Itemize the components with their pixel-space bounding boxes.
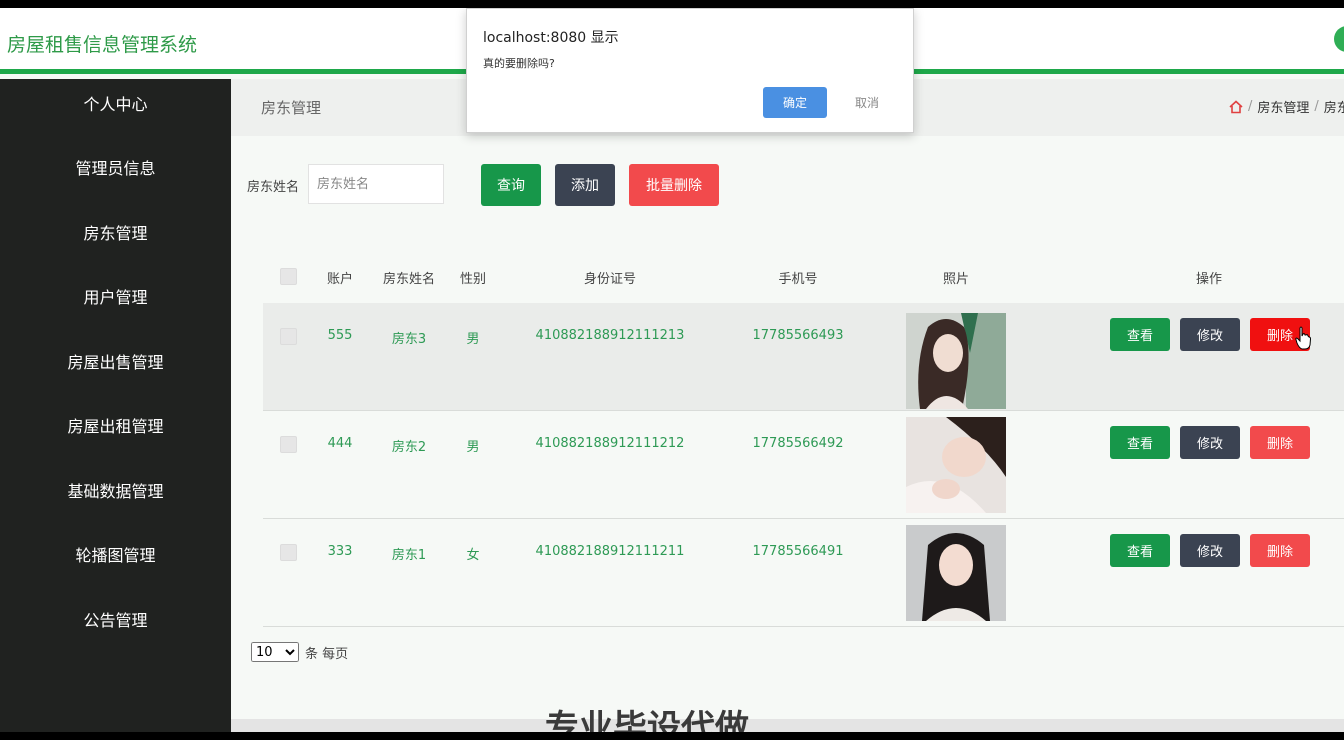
search-input[interactable] [308,164,444,204]
home-icon[interactable] [1229,99,1243,114]
edit-button[interactable]: 修改 [1180,318,1240,351]
footer-strip [231,719,1344,732]
sidebar-item-personal-center[interactable]: 个人中心 [0,85,231,125]
dialog-ok-button[interactable]: 确定 [763,87,827,118]
pagination: 10 条 每页 [251,642,348,662]
breadcrumb-item[interactable]: 房东 [1324,97,1344,116]
column-header: 身份证号 [583,272,637,287]
row-checkbox[interactable] [280,436,297,453]
select-all-checkbox[interactable] [280,268,297,285]
avatar[interactable] [1334,26,1344,52]
sidebar-item-users[interactable]: 用户管理 [0,278,231,318]
gender-cell: 男 [466,440,480,455]
column-header: 房东姓名 [382,272,436,287]
footer-watermark: 专业毕设代做 [545,708,749,732]
column-header: 账户 [326,272,354,287]
app-window: 房屋租售信息管理系统 个人中心 管理员信息 房东管理 用户管理 房屋出售管理 房… [0,8,1344,732]
phone-cell: 17785566491 [752,544,844,559]
landlord-photo [906,313,1006,409]
delete-button[interactable]: 删除 [1250,534,1310,567]
column-header: 手机号 [778,272,818,287]
dialog-title: localhost:8080 显示 [483,30,619,46]
query-button[interactable]: 查询 [481,164,541,206]
breadcrumb: / 房东管理 / 房东 [1229,97,1344,116]
edit-button[interactable]: 修改 [1180,534,1240,567]
view-button[interactable]: 查看 [1110,318,1170,351]
row-checkbox[interactable] [280,328,297,345]
sidebar-item-carousel[interactable]: 轮播图管理 [0,536,231,576]
edit-button[interactable]: 修改 [1180,426,1240,459]
page-size-select[interactable]: 10 [251,642,299,662]
id-card-cell: 410882188912111212 [535,436,685,451]
search-label: 房东姓名 [247,180,300,195]
column-header: 照片 [942,272,970,287]
sidebar: 个人中心 管理员信息 房东管理 用户管理 房屋出售管理 房屋出租管理 基础数据管… [0,79,231,732]
account-cell: 444 [327,436,353,451]
hand-cursor-icon [1295,326,1311,350]
dialog-cancel-button[interactable]: 取消 [835,87,899,118]
account-cell: 333 [327,544,353,559]
confirm-dialog: localhost:8080 显示 真的要删除吗? 确定 取消 [466,8,914,133]
id-card-cell: 410882188912111211 [535,544,685,559]
breadcrumb-separator: / [1314,99,1319,114]
add-button[interactable]: 添加 [555,164,615,206]
batch-delete-button[interactable]: 批量删除 [629,164,719,206]
phone-cell: 17785566493 [752,328,844,343]
id-card-cell: 410882188912111213 [535,328,685,343]
row-checkbox[interactable] [280,544,297,561]
name-cell: 房东3 [391,332,427,347]
sidebar-item-notices[interactable]: 公告管理 [0,601,231,641]
name-cell: 房东2 [391,440,427,455]
table-row: 333 房东1 女 410882188912111211 17785566491… [263,519,1344,627]
table-row: 444 房东2 男 410882188912111212 17785566492… [263,411,1344,519]
sidebar-item-house-rent[interactable]: 房屋出租管理 [0,407,231,447]
table-row: 555 房东3 男 410882188912111213 17785566493… [263,303,1344,411]
view-button[interactable]: 查看 [1110,534,1170,567]
app-title: 房屋租售信息管理系统 [7,34,198,56]
page-title: 房东管理 [261,99,322,117]
sidebar-item-basic-data[interactable]: 基础数据管理 [0,472,231,512]
dialog-message: 真的要删除吗? [483,57,555,70]
landlord-photo [906,417,1006,513]
sidebar-item-landlords[interactable]: 房东管理 [0,214,231,254]
sidebar-item-admin-info[interactable]: 管理员信息 [0,149,231,189]
breadcrumb-separator: / [1248,99,1253,114]
landlord-photo [906,525,1006,621]
sidebar-item-house-sale[interactable]: 房屋出售管理 [0,343,231,383]
view-button[interactable]: 查看 [1110,426,1170,459]
column-header: 操作 [1195,272,1223,287]
page-size-suffix: 条 每页 [305,646,349,662]
phone-cell: 17785566492 [752,436,844,451]
name-cell: 房东1 [391,548,427,563]
gender-cell: 女 [466,548,480,563]
column-header: 性别 [459,272,487,287]
breadcrumb-item[interactable]: 房东管理 [1257,97,1309,116]
gender-cell: 男 [466,332,480,347]
table-header: 账户 房东姓名 性别 身份证号 手机号 照片 操作 [263,248,1344,303]
account-cell: 555 [327,328,353,343]
delete-button[interactable]: 删除 [1250,426,1310,459]
